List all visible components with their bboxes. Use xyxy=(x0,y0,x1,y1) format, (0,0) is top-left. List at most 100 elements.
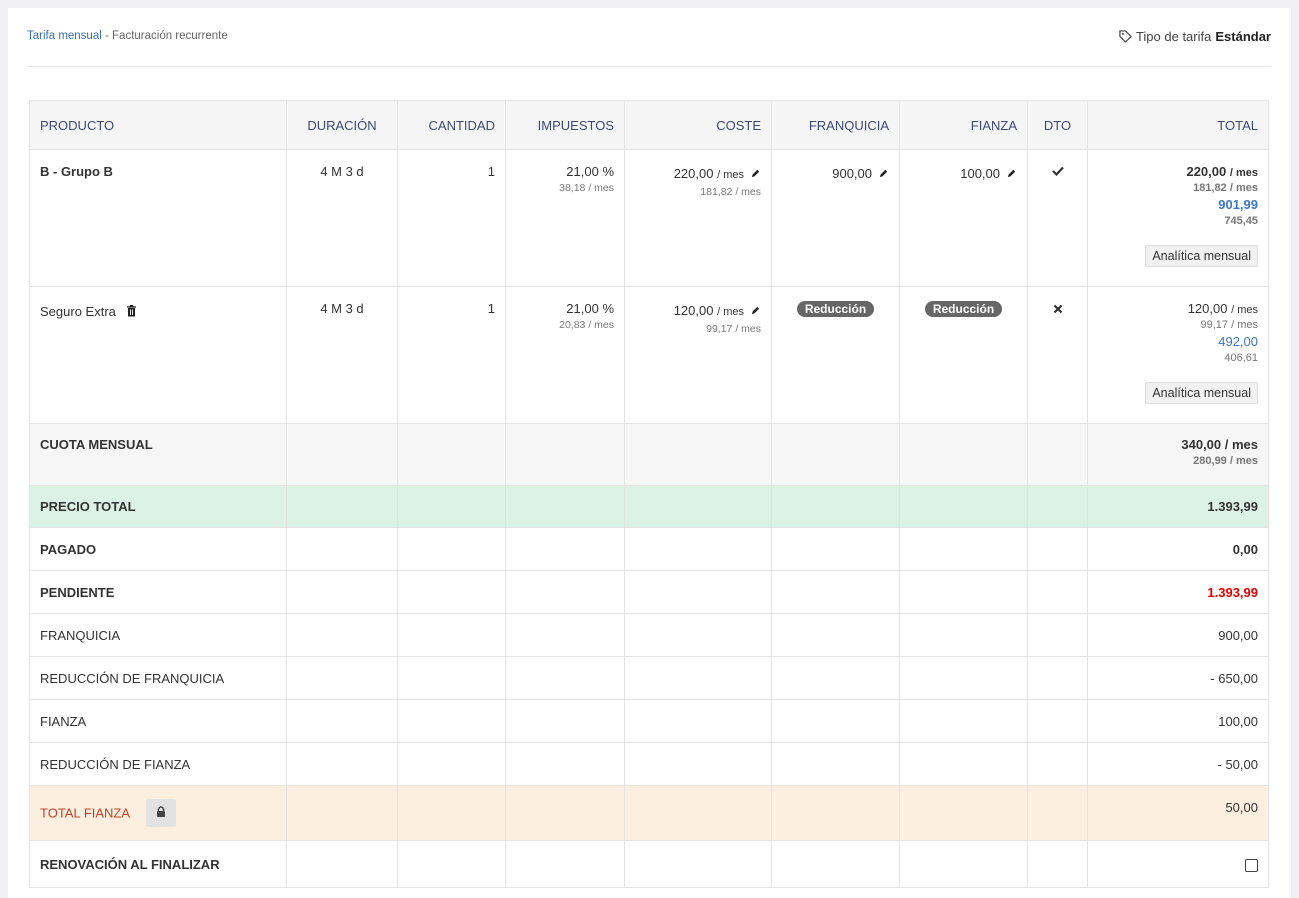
total-value: 220,00 xyxy=(1186,164,1227,179)
product-name: Seguro Extra xyxy=(40,304,116,319)
pagado-row: PAGADO 0,00 xyxy=(29,527,1269,571)
check-icon xyxy=(1051,166,1064,177)
cuota-value: 340,00 / mes xyxy=(1181,437,1258,452)
tax-rate: 21,00 % xyxy=(566,164,614,179)
total-fianza-row: TOTAL FIANZA 50,00 xyxy=(29,785,1269,841)
product-name: B - Grupo B xyxy=(40,164,113,179)
col-header-cantidad: CANTIDAD xyxy=(397,100,506,150)
tarifa-label: Tipo de tarifa xyxy=(1135,29,1212,44)
per-month-label: / mes xyxy=(717,169,744,181)
fianza-total-value: 100,00 xyxy=(1087,699,1269,743)
tax-amount-value: 38,18 xyxy=(559,182,586,194)
franquicia-total-value: 900,00 xyxy=(1087,613,1269,657)
lock-button[interactable] xyxy=(145,799,176,827)
cell-cantidad: 1 xyxy=(397,149,506,287)
per-month-label: / mes xyxy=(1229,167,1258,179)
pagado-value: 0,00 xyxy=(1087,527,1269,571)
pendiente-label: PENDIENTE xyxy=(29,570,287,614)
per-month-label: / mes xyxy=(588,182,614,194)
fianza-label: FIANZA xyxy=(29,699,287,743)
edit-cost-pencil-icon[interactable] xyxy=(750,305,761,316)
tax-amount-value: 20,83 xyxy=(559,319,586,331)
cuota-value-cell: 340,00 / mes 280,99 / mes xyxy=(1087,423,1269,486)
per-month-label: / mes xyxy=(588,319,614,331)
reduccion-fianza-value: - 50,00 xyxy=(1087,742,1269,786)
billing-table: PRODUCTO DURACIÓN CANTIDAD IMPUESTOS COS… xyxy=(29,100,1269,888)
cell-fianza: 100,00 xyxy=(899,149,1028,287)
precio-total-value: 1.393,99 xyxy=(1087,485,1269,528)
lock-icon xyxy=(156,806,165,817)
tax-amount: 38,18 / mes xyxy=(516,182,614,194)
cell-coste: 120,00 / mes 99,17 / mes xyxy=(624,286,772,424)
pendiente-row: PENDIENTE 1.393,99 xyxy=(29,570,1269,614)
breadcrumb: Tarifa mensual - Facturación recurrente xyxy=(27,30,228,42)
renovacion-checkbox[interactable] xyxy=(1245,858,1258,872)
edit-fianza-pencil-icon[interactable] xyxy=(1006,168,1017,179)
cross-icon xyxy=(1053,304,1062,314)
edit-cost-pencil-icon[interactable] xyxy=(750,168,761,179)
cost-value: 120,00 xyxy=(673,303,714,318)
table-header-row: PRODUCTO DURACIÓN CANTIDAD IMPUESTOS COS… xyxy=(29,100,1269,150)
precio-total-row: PRECIO TOTAL 1.393,99 xyxy=(29,485,1269,528)
cost-value: 220,00 xyxy=(673,166,714,181)
cuota-mensual-row: CUOTA MENSUAL 340,00 / mes 280,99 / mes xyxy=(29,423,1269,486)
precio-total-label: PRECIO TOTAL xyxy=(29,485,287,528)
cell-duracion: 4 M 3 d xyxy=(286,286,398,424)
cost-net: 181,82 xyxy=(700,186,733,198)
cuota-net: 280,99 / mes xyxy=(1193,455,1258,467)
cell-producto: B - Grupo B xyxy=(29,149,287,287)
tax-rate: 21,00 % xyxy=(566,301,614,316)
fianza-row: FIANZA 100,00 xyxy=(29,699,1269,743)
col-header-duracion: DURACIÓN xyxy=(286,100,398,150)
reduccion-badge: Reducción xyxy=(796,301,875,317)
cell-cantidad: 1 xyxy=(397,286,506,424)
renovacion-label: RENOVACIÓN AL FINALIZAR xyxy=(29,840,287,888)
table-row: B - Grupo B 4 M 3 d 1 21,00 % 38,18 / me… xyxy=(29,149,1269,287)
reduccion-fianza-row: REDUCCIÓN DE FIANZA - 50,00 xyxy=(29,742,1269,786)
per-month-label: / mes xyxy=(1229,182,1258,194)
reduccion-franquicia-label: REDUCCIÓN DE FRANQUICIA xyxy=(29,656,287,700)
total-period-net: 745,45 xyxy=(1224,215,1258,227)
pagado-label: PAGADO xyxy=(29,527,287,571)
total-period-net: 406,61 xyxy=(1224,352,1258,364)
breadcrumb-current: Facturación recurrente xyxy=(112,30,228,42)
edit-franquicia-pencil-icon[interactable] xyxy=(878,168,889,179)
analitica-mensual-button[interactable]: Analítica mensual xyxy=(1145,245,1258,267)
cell-total: 120,00 / mes 99,17 / mes 492,00 406,61 A… xyxy=(1087,286,1269,424)
total-fianza-cell: TOTAL FIANZA xyxy=(29,785,287,841)
cost-net: 99,17 xyxy=(706,323,733,335)
cell-duracion: 4 M 3 d xyxy=(286,149,398,287)
total-fianza-label: TOTAL FIANZA xyxy=(40,805,131,821)
per-month-label: / mes xyxy=(735,323,761,335)
table-row: Seguro Extra 4 M 3 d 1 21,00 % 20,83 / m… xyxy=(29,286,1269,424)
col-header-fianza: FIANZA xyxy=(899,100,1028,150)
cell-coste: 220,00 / mes 181,82 / mes xyxy=(624,149,772,287)
col-header-impuestos: IMPUESTOS xyxy=(505,100,625,150)
col-header-producto: PRODUCTO xyxy=(29,100,287,150)
franquicia-value: 900,00 xyxy=(832,166,872,181)
per-month-label: / mes xyxy=(1231,304,1258,316)
trash-icon[interactable] xyxy=(126,305,137,317)
tax-amount: 20,83 / mes xyxy=(516,319,614,331)
cell-total: 220,00 / mes 181,82 / mes 901,99 745,45 … xyxy=(1087,149,1269,287)
per-month-label: / mes xyxy=(735,186,761,198)
total-fianza-value: 50,00 xyxy=(1087,785,1269,841)
reduccion-franquicia-row: REDUCCIÓN DE FRANQUICIA - 650,00 xyxy=(29,656,1269,700)
cell-impuestos: 21,00 % 38,18 / mes xyxy=(505,149,625,287)
col-header-total: TOTAL xyxy=(1087,100,1269,150)
reduccion-fianza-label: REDUCCIÓN DE FIANZA xyxy=(29,742,287,786)
cell-franquicia: 900,00 xyxy=(771,149,900,287)
cell-fianza: Reducción xyxy=(899,286,1028,424)
pendiente-value: 1.393,99 xyxy=(1087,570,1269,614)
cell-dto xyxy=(1027,149,1088,287)
total-net: 99,17 xyxy=(1200,319,1229,331)
total-period: 901,99 xyxy=(1218,197,1258,212)
cell-producto: Seguro Extra xyxy=(29,286,287,424)
cell-dto xyxy=(1027,286,1088,424)
per-month-label: / mes xyxy=(717,306,744,318)
cell-impuestos: 21,00 % 20,83 / mes xyxy=(505,286,625,424)
analitica-mensual-button[interactable]: Analítica mensual xyxy=(1145,382,1258,404)
breadcrumb-link-tarifa-mensual[interactable]: Tarifa mensual xyxy=(27,30,102,42)
breadcrumb-separator: - xyxy=(101,30,113,42)
total-net: 181,82 xyxy=(1193,182,1227,194)
